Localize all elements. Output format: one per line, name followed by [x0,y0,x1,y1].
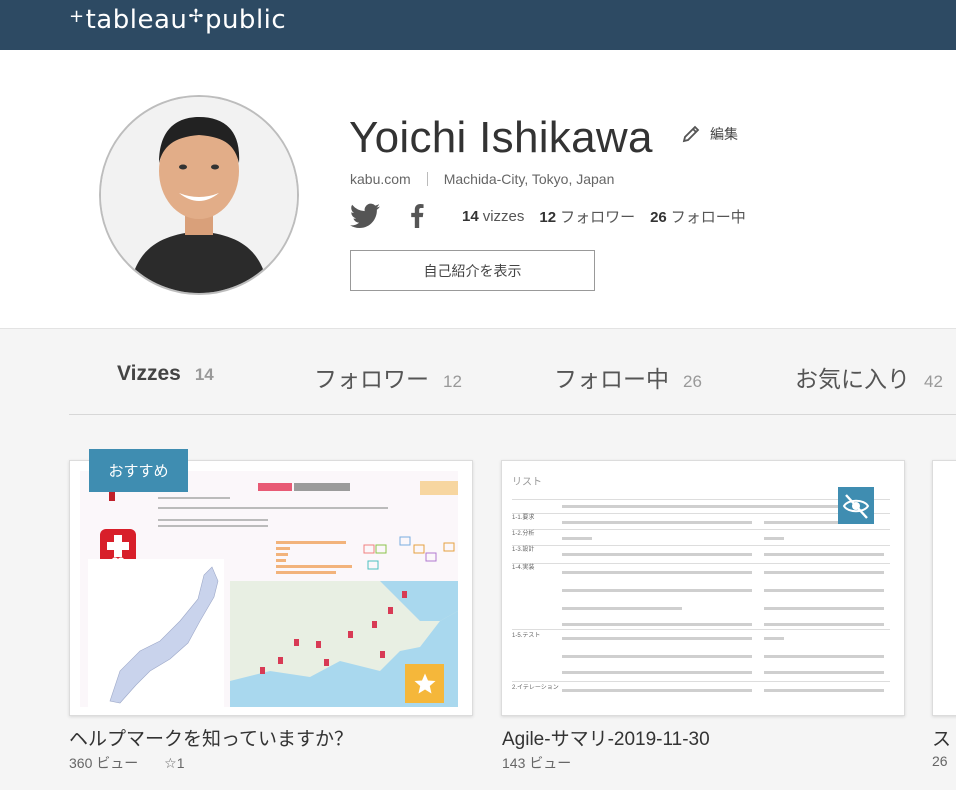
viz-stats: 360 ビュー ☆1 [69,753,184,773]
viz-title[interactable]: ス [932,724,951,751]
profile-stats: 14 vizzes 12 フォロワー 26 フォロー中 [462,206,761,227]
website-link[interactable]: kabu.com [350,171,411,187]
view-count: 360 ビュー [69,755,139,771]
meta-divider [426,172,428,186]
following-label: フォロー中 [670,208,746,226]
featured-badge: おすすめ [89,449,188,492]
thumb-row: 1-5.テスト [512,633,541,639]
facebook-icon[interactable] [410,204,424,228]
tab-favorites[interactable]: お気に入り 42 [795,360,943,394]
top-bar: + tableau ✢ public [0,0,956,50]
avatar-image [101,97,297,293]
profile-tabs: Vizzes 14 フォロワー 12 フォロー中 26 お気に入り 42 [69,360,956,415]
tab-following[interactable]: フォロー中 26 [554,360,702,394]
star-icon [414,673,435,693]
thumb-row: 1-3.設計 [512,547,535,553]
show-bio-button[interactable]: 自己紹介を表示 [350,250,595,291]
thumb-row: 1-4.実装 [512,565,535,571]
viz-card-help-mark[interactable] [69,460,473,716]
logo-cross-icon: ✢ [188,5,204,27]
twitter-icon[interactable] [350,203,380,229]
viz-stats: 26 [932,753,948,769]
hidden-viz-indicator[interactable] [838,487,874,524]
view-count: 143 ビュー [502,755,572,771]
tab-label: フォロワー [314,366,429,392]
view-count: 26 [932,753,948,769]
viz-stats: 143 ビュー [502,753,571,773]
viz-thumbnail[interactable] [943,471,956,707]
vizzes-count: 14 [462,207,479,225]
eye-slash-icon [842,493,870,519]
edit-label: 編集 [710,126,738,142]
favorite-count[interactable]: ☆1 [164,755,184,771]
logo-plus-icon: + [69,5,85,27]
featured-star [405,664,444,703]
edit-profile-button[interactable]: 編集 [681,124,738,144]
viz-thumbnail[interactable]: リスト 1-1.要求 1-2.分析 1-3.設計 1-4.実装 1-5.テスト … [512,471,890,707]
following-count: 26 [650,208,667,226]
profile-meta: kabu.com Machida-City, Tokyo, Japan [350,171,614,187]
viz-thumbnail-graphic [512,471,890,707]
tab-count: 42 [924,372,943,391]
viz-card-partial[interactable] [932,460,956,716]
thumb-row: 2.イテレーション [512,685,559,691]
pencil-icon [682,125,700,143]
tableau-public-logo[interactable]: + tableau ✢ public [68,4,286,36]
tab-vizzes[interactable]: Vizzes 14 [117,362,214,386]
viz-thumbnail-graphic [80,471,458,707]
viz-title[interactable]: Agile-サマリ-2019-11-30 [502,724,710,751]
following-stat[interactable]: 26 フォロー中 [650,206,746,227]
logo-text-left: tableau [85,5,188,35]
social-and-stats: 14 vizzes 12 フォロワー 26 フォロー中 [350,203,761,229]
profile-name: Yoichi Ishikawa [349,113,653,162]
logo-text-right: public [204,5,287,35]
profile-header: Yoichi Ishikawa 編集 kabu.com Machida-City… [0,50,956,329]
viz-thumbnail[interactable] [80,471,458,707]
followers-label: フォロワー [560,208,636,226]
location-text: Machida-City, Tokyo, Japan [443,171,615,187]
vizzes-stat[interactable]: 14 vizzes [462,208,524,225]
tab-label: お気に入り [795,366,910,392]
tab-count: 26 [683,372,702,391]
thumb-row: 1-1.要求 [512,515,535,521]
tab-count: 14 [194,365,214,384]
followers-stat[interactable]: 12 フォロワー [539,206,635,227]
tab-followers[interactable]: フォロワー 12 [314,360,462,394]
tab-label: フォロー中 [554,366,669,392]
tab-count: 12 [443,372,462,391]
viz-card-agile-summary[interactable]: リスト 1-1.要求 1-2.分析 1-3.設計 1-4.実装 1-5.テスト … [501,460,905,716]
thumb-heading: リスト [512,477,542,488]
viz-title[interactable]: ヘルプマークを知っていますか？ [69,724,353,751]
avatar [99,95,299,295]
vizzes-label: vizzes [482,207,525,225]
thumb-row: 1-2.分析 [512,531,535,537]
tab-label: Vizzes [117,362,181,385]
followers-count: 12 [539,208,557,226]
